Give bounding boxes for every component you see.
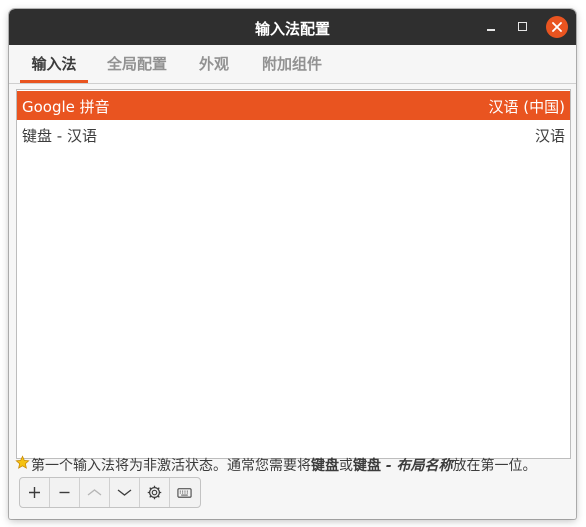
remove-button[interactable] [50,478,80,507]
configure-icon [147,485,162,500]
list-toolbar [19,477,201,508]
tab-input-method[interactable]: 输入法 [20,45,88,83]
add-icon [29,487,40,498]
hint-part1: 第一个输入法将为非激活状态。通常您需要将 [31,458,311,474]
input-method-list[interactable]: Google 拼音 汉语 (中国) 键盘 - 汉语 汉语 [16,89,571,459]
titlebar[interactable]: 输入法配置 [9,9,576,45]
input-method-language: 汉语 (中国) [488,98,565,116]
hint-bold-keyboard-2: 键盘 [353,458,381,474]
add-button[interactable] [20,478,50,507]
move-up-icon [87,489,102,496]
hint-italic-layout-name: - 布局名称 [381,458,453,474]
move-down-icon [117,489,132,496]
hint-text: 第一个输入法将为非激活状态。通常您需要将键盘或键盘 - 布局名称放在第一位。 [15,454,575,474]
input-method-name: 键盘 - 汉语 [22,127,97,145]
tab-addons[interactable]: 附加组件 [260,45,324,83]
remove-icon [59,491,70,494]
configure-button[interactable] [140,478,170,507]
list-item[interactable]: Google 拼音 汉语 (中国) [17,91,570,120]
hint-part3: 放在第一位。 [452,458,537,474]
keyboard-layout-button[interactable] [170,478,199,507]
list-item[interactable]: 键盘 - 汉语 汉语 [17,120,570,149]
close-button[interactable] [546,16,568,38]
close-icon [552,22,562,32]
input-method-config-window: 输入法配置 输入法 全局配置 外观 附加组件 Google 拼音 汉语 (中国)… [9,9,576,519]
hint-part2: 或 [339,458,353,474]
input-method-name: Google 拼音 [22,98,110,116]
minimize-button[interactable] [481,17,501,37]
tab-bar: 输入法 全局配置 外观 附加组件 [9,45,576,84]
tab-global-config[interactable]: 全局配置 [105,45,169,83]
input-method-language: 汉语 [534,127,565,145]
move-down-button[interactable] [110,478,140,507]
keyboard-layout-icon [177,488,192,498]
tab-appearance[interactable]: 外观 [197,45,231,83]
star-icon [15,455,30,469]
move-up-button[interactable] [80,478,110,507]
hint-bold-keyboard: 键盘 [311,458,339,474]
maximize-button[interactable] [513,17,533,37]
